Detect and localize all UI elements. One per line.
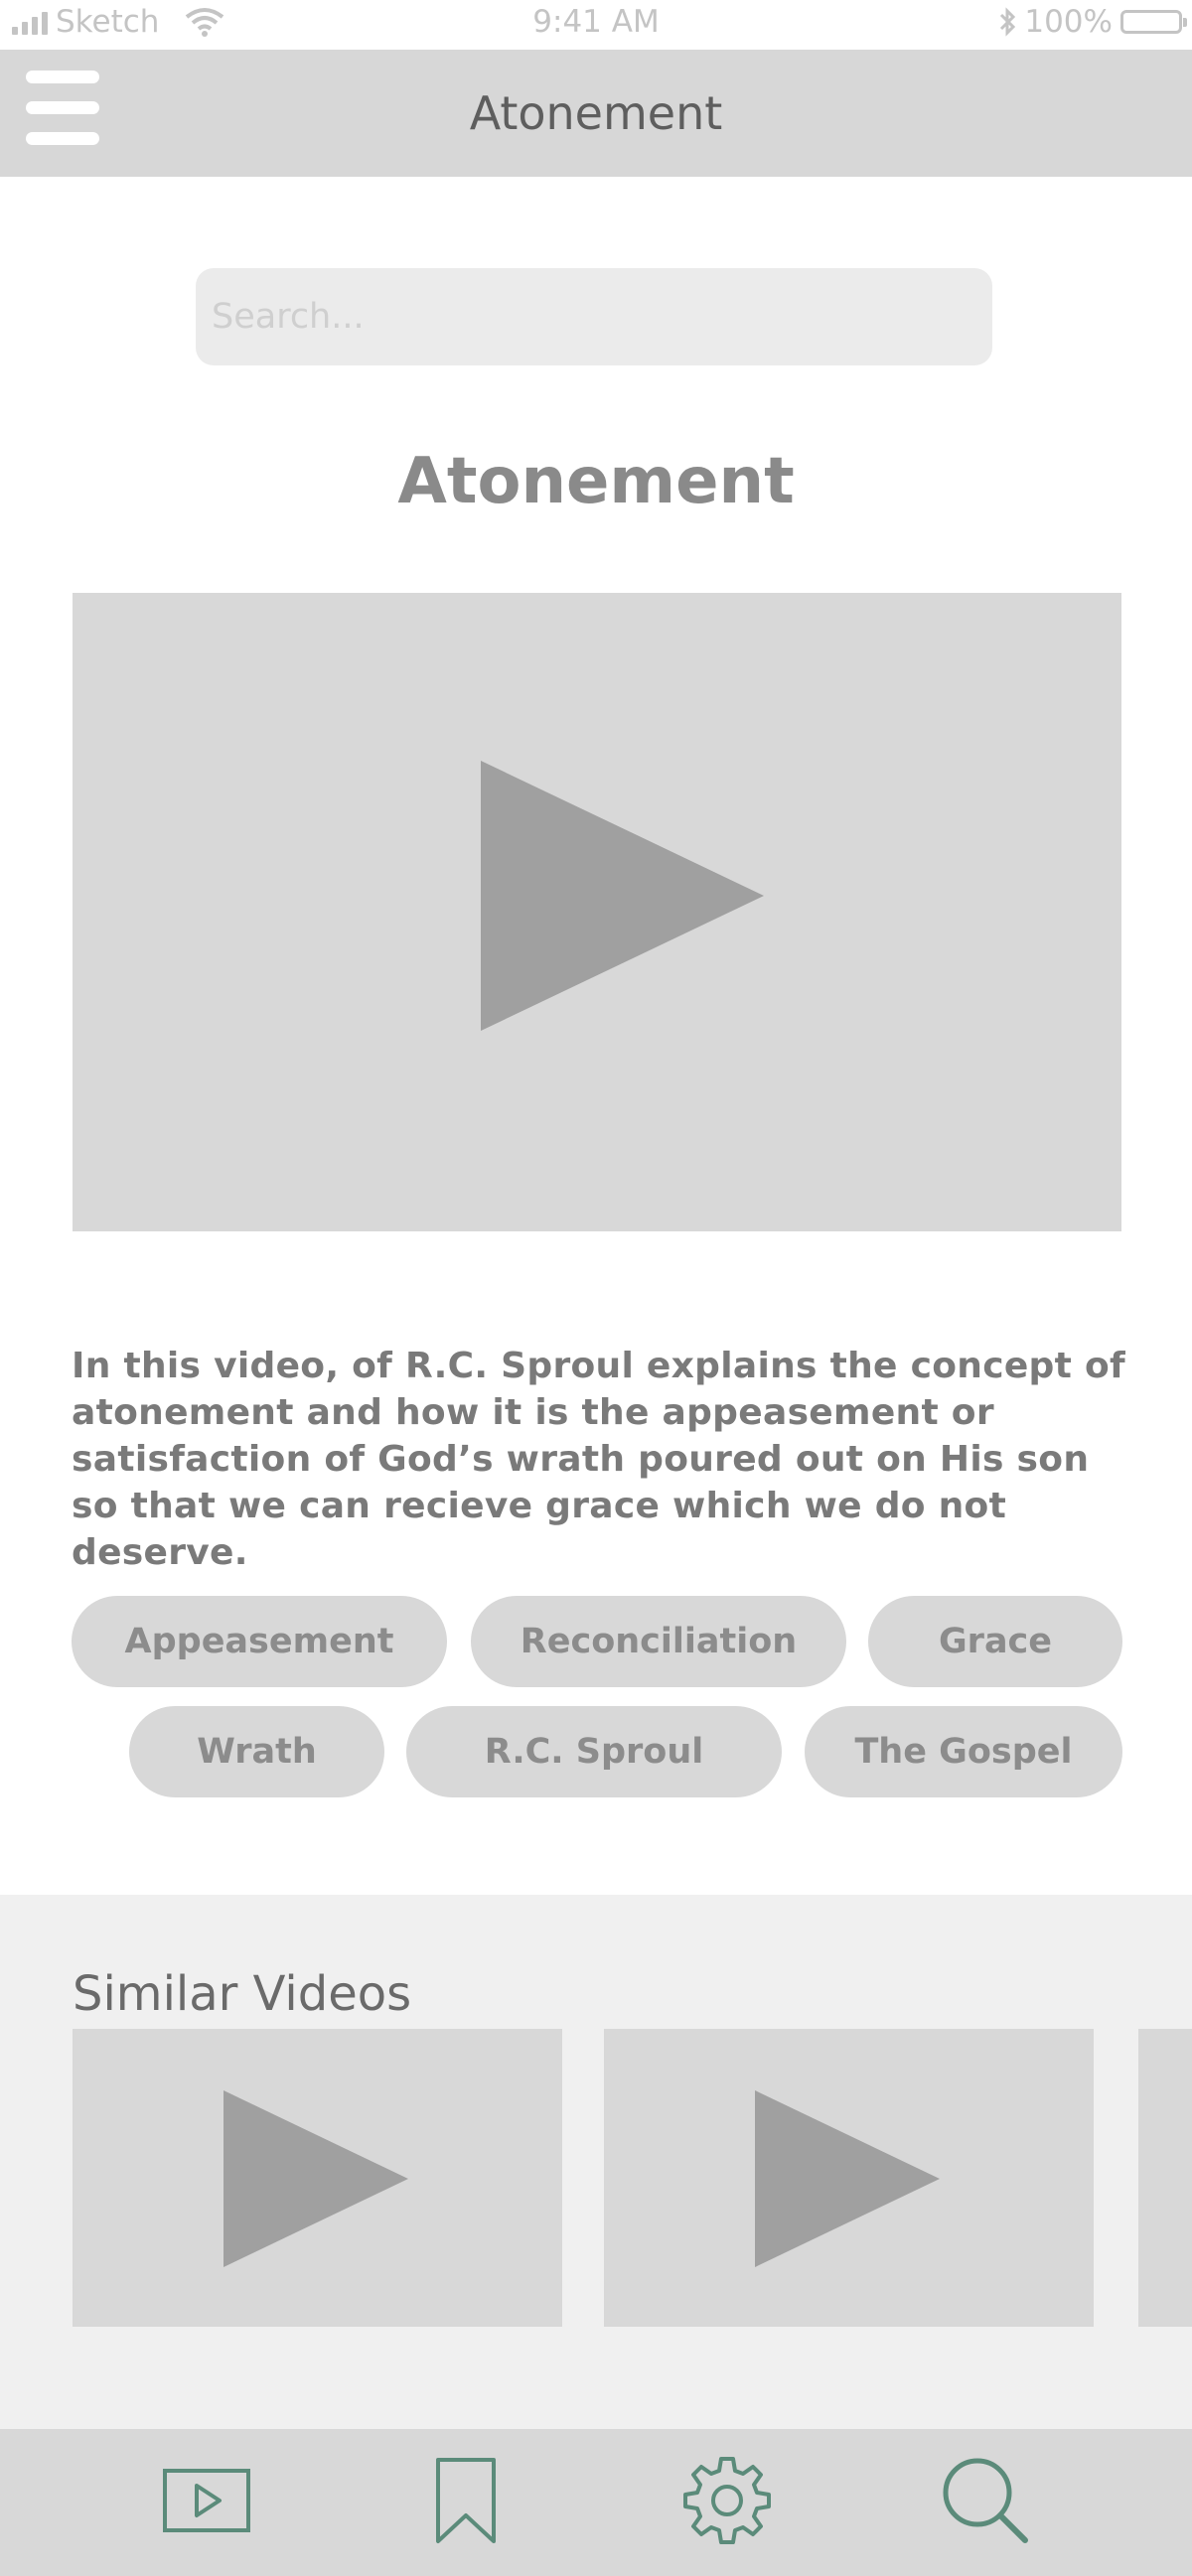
search-icon bbox=[943, 2458, 1028, 2543]
battery-percent: 100% bbox=[1024, 4, 1113, 40]
search-input[interactable] bbox=[196, 268, 992, 365]
tab-bookmarks[interactable] bbox=[406, 2451, 525, 2550]
tag-rc-sproul[interactable]: R.C. Sproul bbox=[406, 1706, 782, 1797]
nav-title: Atonement bbox=[469, 86, 723, 140]
tab-videos[interactable] bbox=[147, 2451, 266, 2550]
bluetooth-icon bbox=[1000, 7, 1016, 37]
tag-appeasement[interactable]: Appeasement bbox=[72, 1596, 447, 1687]
similar-video-thumbnail[interactable] bbox=[73, 2029, 562, 2327]
play-icon[interactable] bbox=[224, 2090, 408, 2267]
settings-gear-icon bbox=[683, 2457, 771, 2544]
tag-grace[interactable]: Grace bbox=[868, 1596, 1122, 1687]
similar-videos-heading: Similar Videos bbox=[73, 1966, 412, 2022]
tag-reconciliation[interactable]: Reconciliation bbox=[471, 1596, 846, 1687]
app-screen: Sketch 9:41 AM 100% Atonement Aton bbox=[0, 0, 1192, 2576]
tab-search[interactable] bbox=[926, 2451, 1045, 2550]
video-player[interactable] bbox=[73, 593, 1121, 1231]
video-icon bbox=[163, 2469, 250, 2532]
status-bar: Sketch 9:41 AM 100% bbox=[0, 0, 1192, 50]
status-right: 100% bbox=[998, 2, 1187, 42]
play-icon[interactable] bbox=[755, 2090, 940, 2267]
tag-the-gospel[interactable]: The Gospel bbox=[805, 1706, 1122, 1797]
page-title: Atonement bbox=[397, 445, 795, 518]
play-icon[interactable] bbox=[481, 761, 764, 1031]
tab-settings[interactable] bbox=[668, 2451, 787, 2550]
tag-wrath[interactable]: Wrath bbox=[129, 1706, 384, 1797]
tab-bar bbox=[0, 2429, 1192, 2576]
similar-videos-section: Similar Videos bbox=[0, 1895, 1192, 2429]
nav-bar: Atonement bbox=[0, 50, 1192, 177]
battery-icon bbox=[1120, 10, 1187, 34]
similar-video-thumbnail[interactable] bbox=[1138, 2029, 1192, 2327]
bookmark-icon bbox=[436, 2458, 496, 2543]
similar-video-thumbnail[interactable] bbox=[604, 2029, 1094, 2327]
video-description: In this video, of R.C. Sproul explains t… bbox=[72, 1346, 1125, 1573]
